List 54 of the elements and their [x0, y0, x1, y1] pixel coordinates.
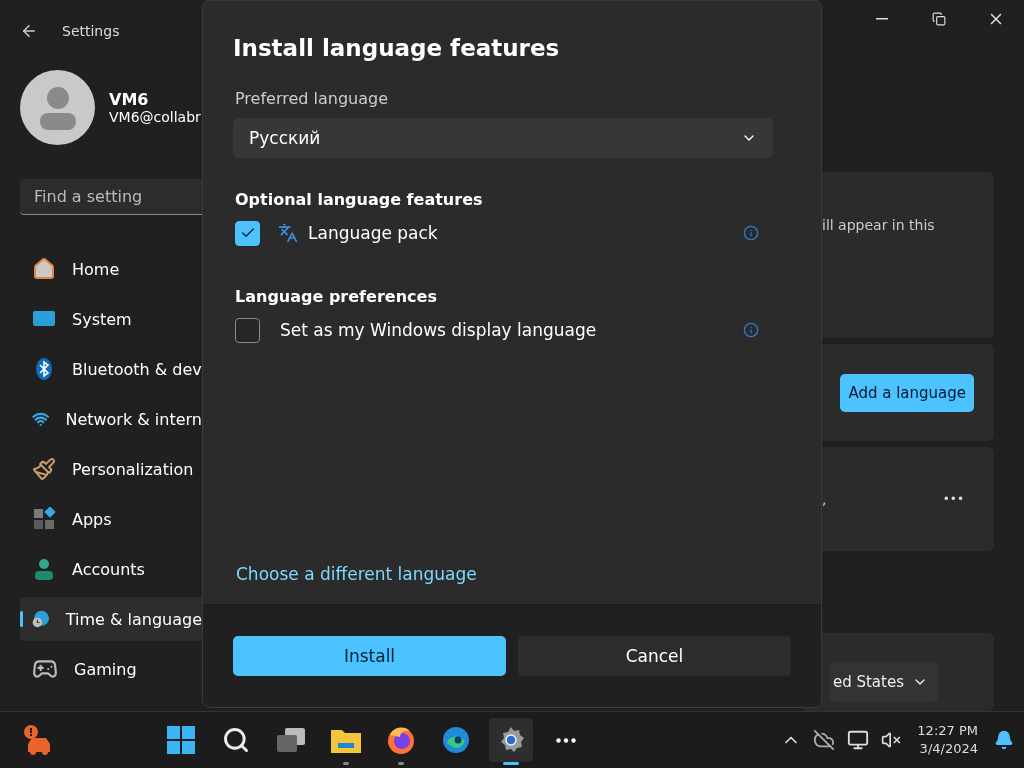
add-language-button[interactable]: Add a language [840, 373, 974, 412]
section-heading: Optional language features [234, 190, 484, 209]
apps-icon [32, 507, 56, 531]
back-icon[interactable] [20, 22, 38, 40]
region-dropdown[interactable]: ed States [828, 662, 938, 702]
person-icon [32, 557, 56, 581]
more-icon [556, 737, 577, 743]
dialog-title: Install language features [233, 35, 561, 61]
restore-icon [931, 12, 946, 26]
nav-item[interactable]: Apps [20, 497, 202, 541]
field-label: Preferred language [234, 89, 389, 108]
volume-muted-icon[interactable] [881, 730, 902, 750]
language-dropdown[interactable]: Русский [233, 118, 773, 158]
choose-language-link[interactable]: Choose a different language [233, 564, 477, 584]
nav-item[interactable]: Personalization [20, 447, 202, 491]
clock[interactable]: 12:27 PM 3/4/2024 [917, 722, 978, 758]
taskbar-app[interactable] [489, 718, 534, 762]
network-icon[interactable] [847, 729, 870, 751]
fox-globe-icon [386, 725, 417, 755]
account-email: VM6@collabr [109, 109, 201, 125]
nav-item[interactable]: Network & intern [20, 397, 202, 441]
nav-item[interactable]: Bluetooth & dev [20, 347, 202, 391]
language-detail-text: , [822, 491, 827, 507]
notification-icon[interactable] [994, 730, 1014, 750]
selection-indicator [20, 611, 23, 627]
language-icon [278, 223, 298, 243]
nav-item[interactable]: Accounts [20, 547, 202, 591]
nav-item[interactable]: Gaming [20, 647, 202, 691]
cancel-button[interactable]: Cancel [518, 636, 791, 676]
monitor-icon [32, 309, 56, 329]
wave-globe-icon [441, 725, 472, 755]
search-field[interactable]: Find a setting [20, 179, 202, 215]
option-label: Set as my Windows display language [280, 320, 597, 340]
minimize-icon [875, 18, 888, 20]
window-title: Settings [62, 23, 120, 39]
info-icon[interactable] [743, 322, 759, 338]
section-heading: Language preferences [234, 287, 438, 306]
account-name: VM6 [109, 90, 150, 109]
description-text: ill appear in this [822, 217, 935, 233]
checkbox[interactable] [235, 220, 260, 246]
nav-item[interactable]: Home [20, 247, 202, 291]
nav-item[interactable]: System [20, 297, 202, 341]
option-label: Language pack [308, 223, 438, 243]
search-icon [222, 726, 251, 754]
windows-stack-icon [275, 726, 308, 754]
install-button[interactable]: Install [233, 636, 506, 676]
info-icon[interactable] [743, 225, 759, 241]
more-button[interactable]: ••• [942, 492, 964, 506]
home-icon [32, 257, 56, 281]
nav-item[interactable]: Time & language [20, 597, 202, 641]
checkbox[interactable] [235, 317, 260, 343]
windows-logo-icon [166, 725, 197, 755]
brush-icon [32, 457, 56, 481]
cloud-off-icon[interactable] [813, 729, 836, 751]
